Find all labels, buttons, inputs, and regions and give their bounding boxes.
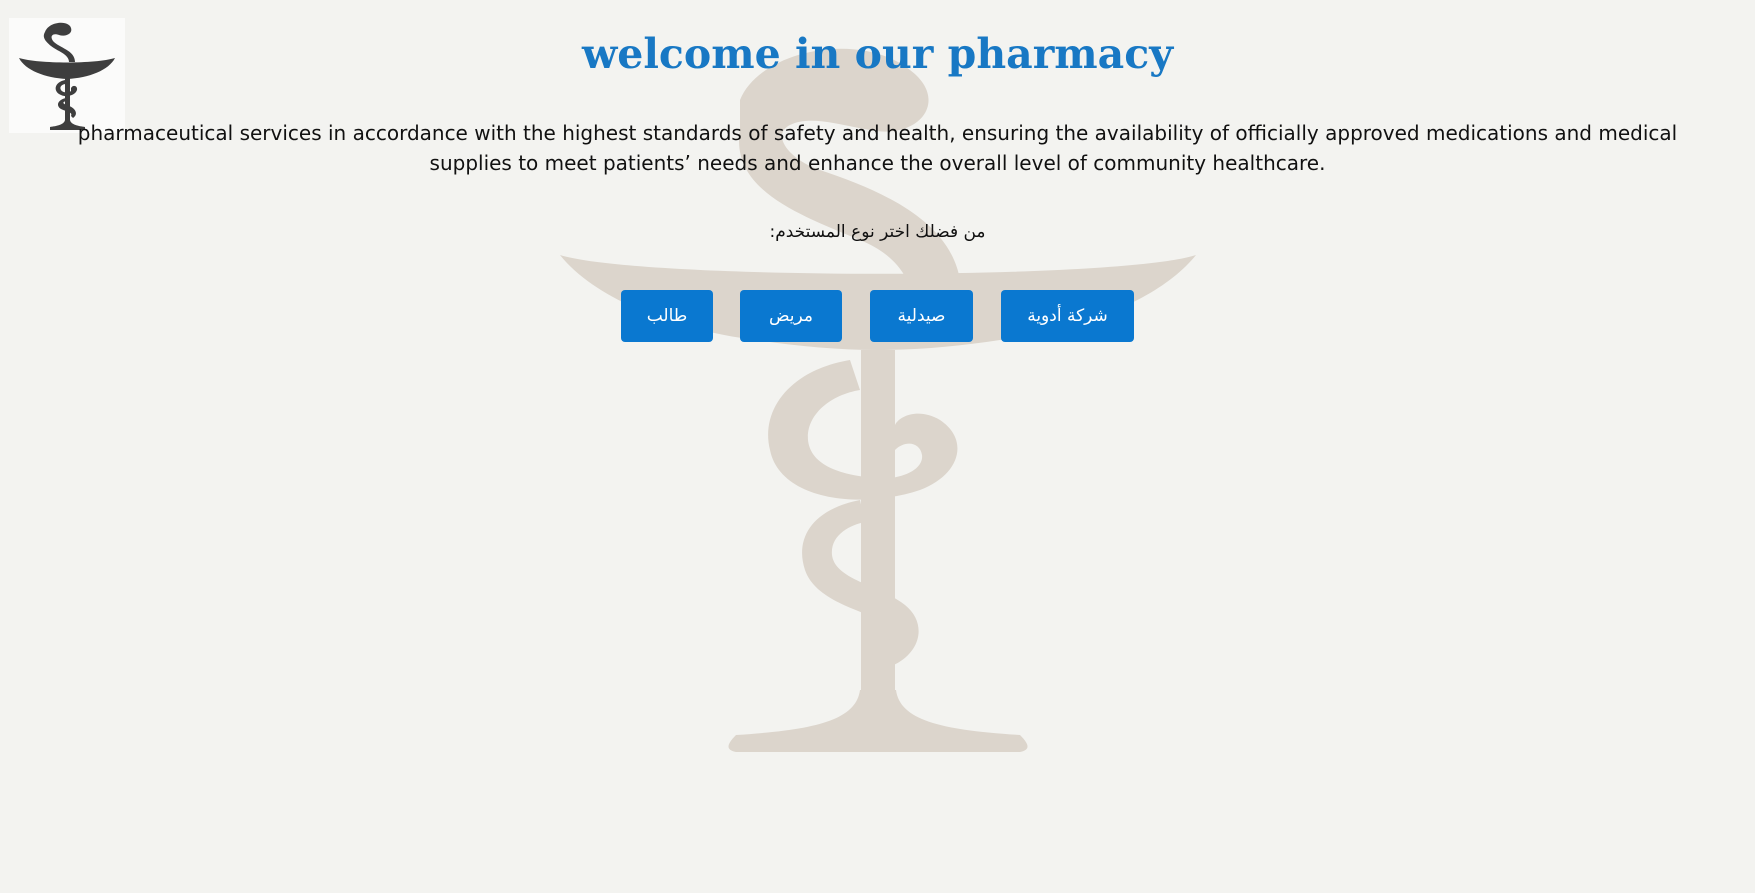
student-button[interactable]: طالب: [621, 290, 713, 342]
page-title: welcome in our pharmacy: [581, 30, 1174, 78]
page: welcome in our pharmacy pharmaceutical s…: [0, 0, 1755, 893]
pharmacy-button[interactable]: صيدلية: [870, 290, 973, 342]
user-type-prompt: من فضلك اختر نوع المستخدم:: [769, 222, 986, 242]
pharma-company-button[interactable]: شركة أدوية: [1001, 290, 1134, 342]
patient-button[interactable]: مريض: [740, 290, 842, 342]
intro-text: pharmaceutical services in accordance wi…: [77, 121, 1678, 175]
